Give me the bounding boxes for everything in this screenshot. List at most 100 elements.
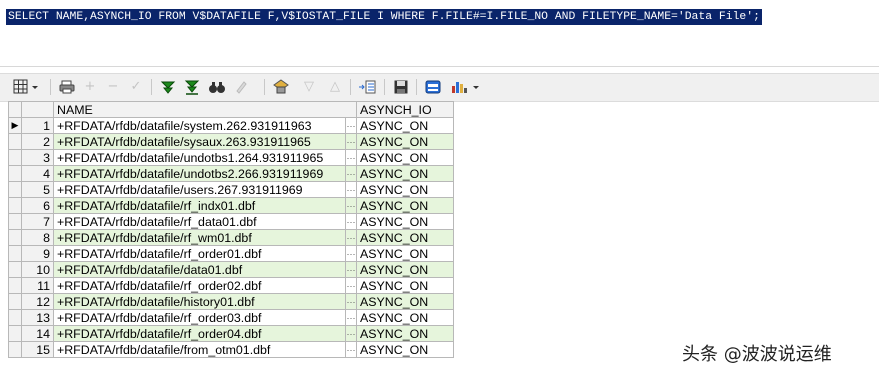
- cell-name[interactable]: +RFDATA/rfdb/datafile/rf_order04.dbf: [53, 325, 346, 342]
- table-row[interactable]: 5 +RFDATA/rfdb/datafile/users.267.9319119…: [8, 181, 454, 198]
- row-number: 13: [21, 309, 54, 326]
- chart-icon[interactable]: [450, 78, 482, 96]
- table-row[interactable]: 4 +RFDATA/rfdb/datafile/undotbs2.266.9319…: [8, 165, 454, 182]
- cell-asynch-io[interactable]: ASYNC_ON: [356, 341, 454, 358]
- header-rownum: [21, 101, 54, 118]
- row-number: 7: [21, 213, 54, 230]
- table-row[interactable]: 3 +RFDATA/rfdb/datafile/undotbs1.264.9319…: [8, 149, 454, 166]
- row-number: 4: [21, 165, 54, 182]
- add-record-icon[interactable]: +: [81, 78, 99, 96]
- clear-icon[interactable]: [232, 78, 250, 96]
- cell-ellipsis-button[interactable]: ···: [345, 133, 357, 150]
- cell-ellipsis-button[interactable]: ···: [345, 309, 357, 326]
- result-grid: NAME ASYNCH_IO ▶ 1 +RFDATA/rfdb/datafile/s…: [8, 101, 454, 358]
- row-indicator: [8, 165, 22, 182]
- sql-statement[interactable]: SELECT NAME,ASYNCH_IO FROM V$DATAFILE F,…: [6, 9, 762, 25]
- table-row[interactable]: 8 +RFDATA/rfdb/datafile/rf_wm01.dbf ··· ASY…: [8, 229, 454, 246]
- row-indicator: [8, 261, 22, 278]
- cell-name[interactable]: +RFDATA/rfdb/datafile/system.262.9319119…: [53, 117, 346, 134]
- table-row[interactable]: 6 +RFDATA/rfdb/datafile/rf_indx01.dbf ··· A…: [8, 197, 454, 214]
- grid-options-icon[interactable]: [12, 78, 42, 96]
- row-indicator: [8, 149, 22, 166]
- table-row[interactable]: 10 +RFDATA/rfdb/datafile/data01.dbf ··· ASY…: [8, 261, 454, 278]
- row-number: 9: [21, 245, 54, 262]
- sort-desc-icon[interactable]: ▽: [300, 78, 318, 96]
- filter-icon[interactable]: [159, 78, 177, 96]
- cell-ellipsis-button[interactable]: ···: [345, 245, 357, 262]
- cell-asynch-io[interactable]: ASYNC_ON: [356, 181, 454, 198]
- cell-name[interactable]: +RFDATA/rfdb/datafile/data01.dbf: [53, 261, 346, 278]
- cell-asynch-io[interactable]: ASYNC_ON: [356, 165, 454, 182]
- cell-name[interactable]: +RFDATA/rfdb/datafile/rf_data01.dbf: [53, 213, 346, 230]
- cell-name[interactable]: +RFDATA/rfdb/datafile/rf_order03.dbf: [53, 309, 346, 326]
- row-indicator: [8, 229, 22, 246]
- sort-asc-icon[interactable]: △: [326, 78, 344, 96]
- cell-asynch-io[interactable]: ASYNC_ON: [356, 261, 454, 278]
- record-view-icon[interactable]: [358, 78, 376, 96]
- cell-ellipsis-button[interactable]: ···: [345, 149, 357, 166]
- cell-ellipsis-button[interactable]: ···: [345, 341, 357, 358]
- clear-filter-icon[interactable]: [183, 78, 201, 96]
- cell-ellipsis-button[interactable]: ···: [345, 325, 357, 342]
- cell-ellipsis-button[interactable]: ···: [345, 117, 357, 134]
- cell-name[interactable]: +RFDATA/rfdb/datafile/undotbs1.264.93191…: [53, 149, 346, 166]
- row-number: 6: [21, 197, 54, 214]
- row-indicator: [8, 181, 22, 198]
- cell-asynch-io[interactable]: ASYNC_ON: [356, 325, 454, 342]
- row-number: 11: [21, 277, 54, 294]
- table-row[interactable]: 9 +RFDATA/rfdb/datafile/rf_order01.dbf ···…: [8, 245, 454, 262]
- grid-toolbar: + − ✓ ▽ △: [0, 73, 879, 102]
- cell-asynch-io[interactable]: ASYNC_ON: [356, 229, 454, 246]
- cell-name[interactable]: +RFDATA/rfdb/datafile/rf_order01.dbf: [53, 245, 346, 262]
- cell-name[interactable]: +RFDATA/rfdb/datafile/rf_wm01.dbf: [53, 229, 346, 246]
- cell-ellipsis-button[interactable]: ···: [345, 165, 357, 182]
- delete-record-icon[interactable]: −: [104, 78, 122, 96]
- cell-ellipsis-button[interactable]: ···: [345, 229, 357, 246]
- cell-ellipsis-button[interactable]: ···: [345, 181, 357, 198]
- table-row[interactable]: 11 +RFDATA/rfdb/datafile/rf_order02.dbf ··…: [8, 277, 454, 294]
- cell-name[interactable]: +RFDATA/rfdb/datafile/rf_indx01.dbf: [53, 197, 346, 214]
- cell-name[interactable]: +RFDATA/rfdb/datafile/from_otm01.dbf: [53, 341, 346, 358]
- find-icon[interactable]: [208, 78, 226, 96]
- row-indicator: [8, 213, 22, 230]
- table-row[interactable]: 7 +RFDATA/rfdb/datafile/rf_data01.dbf ··· A…: [8, 213, 454, 230]
- column-header-asynch-io[interactable]: ASYNCH_IO: [356, 101, 454, 118]
- cell-name[interactable]: +RFDATA/rfdb/datafile/rf_order02.dbf: [53, 277, 346, 294]
- cell-ellipsis-button[interactable]: ···: [345, 261, 357, 278]
- cell-ellipsis-button[interactable]: ···: [345, 213, 357, 230]
- table-row[interactable]: 12 +RFDATA/rfdb/datafile/history01.dbf ···…: [8, 293, 454, 310]
- cell-asynch-io[interactable]: ASYNC_ON: [356, 293, 454, 310]
- column-header-name[interactable]: NAME: [53, 101, 357, 118]
- table-row[interactable]: 15 +RFDATA/rfdb/datafile/from_otm01.dbf ··…: [8, 341, 454, 358]
- table-row[interactable]: 13 +RFDATA/rfdb/datafile/rf_order03.dbf ··…: [8, 309, 454, 326]
- print-icon[interactable]: [58, 78, 76, 96]
- save-icon[interactable]: [392, 78, 410, 96]
- cell-asynch-io[interactable]: ASYNC_ON: [356, 309, 454, 326]
- query-icon[interactable]: [272, 78, 290, 96]
- cell-ellipsis-button[interactable]: ···: [345, 277, 357, 294]
- table-row[interactable]: ▶ 1 +RFDATA/rfdb/datafile/system.262.93191…: [8, 117, 454, 134]
- row-number: 5: [21, 181, 54, 198]
- cell-name[interactable]: +RFDATA/rfdb/datafile/history01.dbf: [53, 293, 346, 310]
- cell-asynch-io[interactable]: ASYNC_ON: [356, 117, 454, 134]
- export-icon[interactable]: [424, 78, 442, 96]
- cell-ellipsis-button[interactable]: ···: [345, 293, 357, 310]
- cell-asynch-io[interactable]: ASYNC_ON: [356, 277, 454, 294]
- cell-asynch-io[interactable]: ASYNC_ON: [356, 213, 454, 230]
- cell-name[interactable]: +RFDATA/rfdb/datafile/undotbs2.266.93191…: [53, 165, 346, 182]
- table-row[interactable]: 2 +RFDATA/rfdb/datafile/sysaux.263.931911…: [8, 133, 454, 150]
- table-row[interactable]: 14 +RFDATA/rfdb/datafile/rf_order04.dbf ··…: [8, 325, 454, 342]
- cell-name[interactable]: +RFDATA/rfdb/datafile/users.267.93191196…: [53, 181, 346, 198]
- row-number: 10: [21, 261, 54, 278]
- cell-asynch-io[interactable]: ASYNC_ON: [356, 197, 454, 214]
- cell-name[interactable]: +RFDATA/rfdb/datafile/sysaux.263.9319119…: [53, 133, 346, 150]
- watermark: 头条 @波波说运维: [682, 344, 832, 365]
- cell-asynch-io[interactable]: ASYNC_ON: [356, 149, 454, 166]
- sql-editor[interactable]: SELECT NAME,ASYNCH_IO FROM V$DATAFILE F,…: [0, 6, 879, 67]
- cell-ellipsis-button[interactable]: ···: [345, 197, 357, 214]
- row-number: 15: [21, 341, 54, 358]
- cell-asynch-io[interactable]: ASYNC_ON: [356, 245, 454, 262]
- cell-asynch-io[interactable]: ASYNC_ON: [356, 133, 454, 150]
- post-edit-icon[interactable]: ✓: [127, 78, 145, 96]
- row-number: 1: [21, 117, 54, 134]
